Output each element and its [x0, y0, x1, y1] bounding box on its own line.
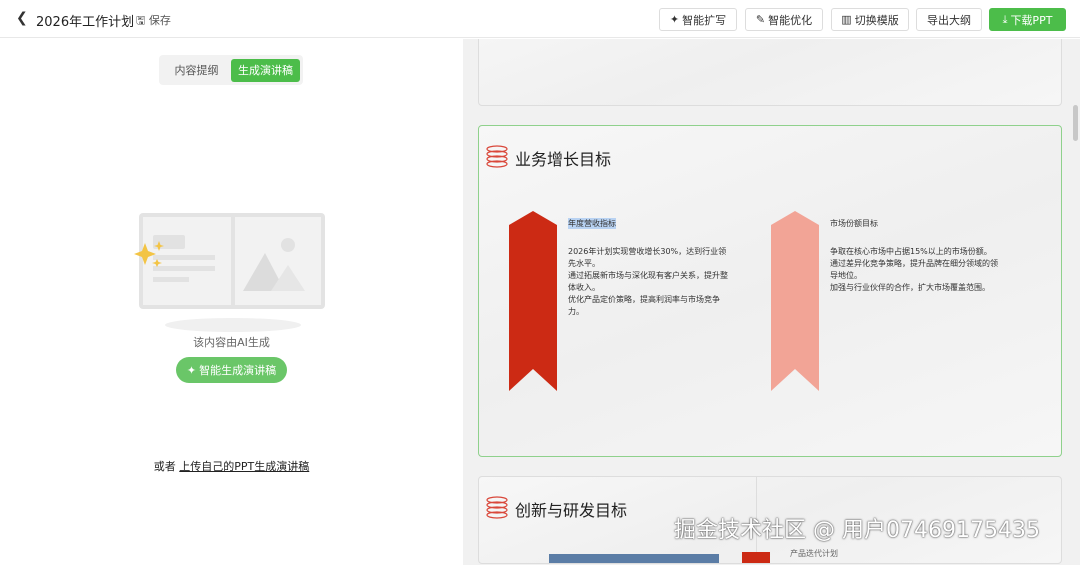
item-title[interactable]: 年度营收指标 — [568, 218, 616, 229]
slide-thumbnail[interactable] — [478, 39, 1062, 106]
speech-panel: 内容提纲 生成演讲稿 该内容由AI生成 ✦ 智能生成演讲稿 或者 上传自己的PPT… — [0, 39, 463, 565]
sparkle-icon: ✦ — [669, 13, 680, 26]
save-icon: 🖫 — [136, 14, 146, 27]
smart-optimize-button[interactable]: ✎ 智能优化 — [745, 8, 823, 31]
empty-illustration — [134, 213, 325, 332]
document-title: 2026年工作计划 — [36, 15, 135, 30]
download-ppt-button[interactable]: ⤓ 下载PPT — [989, 8, 1066, 31]
stack-icon — [485, 144, 509, 172]
tab-outline[interactable]: 内容提纲 — [162, 59, 231, 82]
upload-ppt-link[interactable]: 上传自己的PPT生成演讲稿 — [179, 460, 309, 473]
generate-speech-button[interactable]: ✦ 智能生成演讲稿 — [176, 357, 287, 383]
mode-tabs: 内容提纲 生成演讲稿 — [159, 55, 303, 85]
slide-heading: 创新与研发目标 — [485, 495, 627, 523]
upload-hint: 或者 上传自己的PPT生成演讲稿 — [153, 460, 310, 473]
export-outline-button[interactable]: 导出大纲 — [916, 8, 982, 31]
tab-generate-speech[interactable]: 生成演讲稿 — [231, 58, 300, 82]
smart-expand-button[interactable]: ✦ 智能扩写 — [659, 8, 737, 31]
edit-icon: ✎ — [755, 13, 766, 26]
top-bar: ❮ 2026年工作计划 🖫 保存 ✦ 智能扩写 ✎ 智能优化 ▥ 切换模版 导出大纲 … — [0, 0, 1080, 38]
ribbon-marker — [771, 211, 819, 391]
stack-icon — [485, 495, 509, 523]
slide-heading: 业务增长目标 — [485, 144, 611, 172]
sparkle-icon: ✦ — [186, 363, 197, 377]
item-text: 2026年计划实现营收增长30%，达到行业领先水平。 通过拓展新市场与深化现有客户… — [568, 247, 728, 316]
item-title[interactable]: 市场份额目标 — [830, 218, 878, 229]
watermark: 掘金技术社区 @ 用户07469175435 — [674, 518, 1040, 543]
switch-template-button[interactable]: ▥ 切换模版 — [831, 8, 909, 31]
download-icon: ⤓ — [1002, 12, 1008, 26]
ai-generated-note: 该内容由AI生成 — [193, 336, 270, 349]
template-icon: ▥ — [841, 13, 852, 26]
ribbon-marker — [509, 211, 557, 391]
scrollbar-thumb[interactable] — [1073, 105, 1078, 141]
item-text: 争取在核心市场中占据15%以上的市场份额。 通过差异化竞争策略，提升品牌在细分领域… — [830, 247, 998, 292]
save-button[interactable]: 🖫 保存 — [136, 12, 171, 31]
slide-preview-panel: 业务增长目标 年度营收指标 2026年计划实现营收增长30%，达到行业领先水平。… — [463, 39, 1080, 565]
back-icon[interactable]: ❮ — [16, 10, 28, 26]
slide-thumbnail-active[interactable]: 业务增长目标 年度营收指标 2026年计划实现营收增长30%，达到行业领先水平。… — [478, 125, 1062, 457]
